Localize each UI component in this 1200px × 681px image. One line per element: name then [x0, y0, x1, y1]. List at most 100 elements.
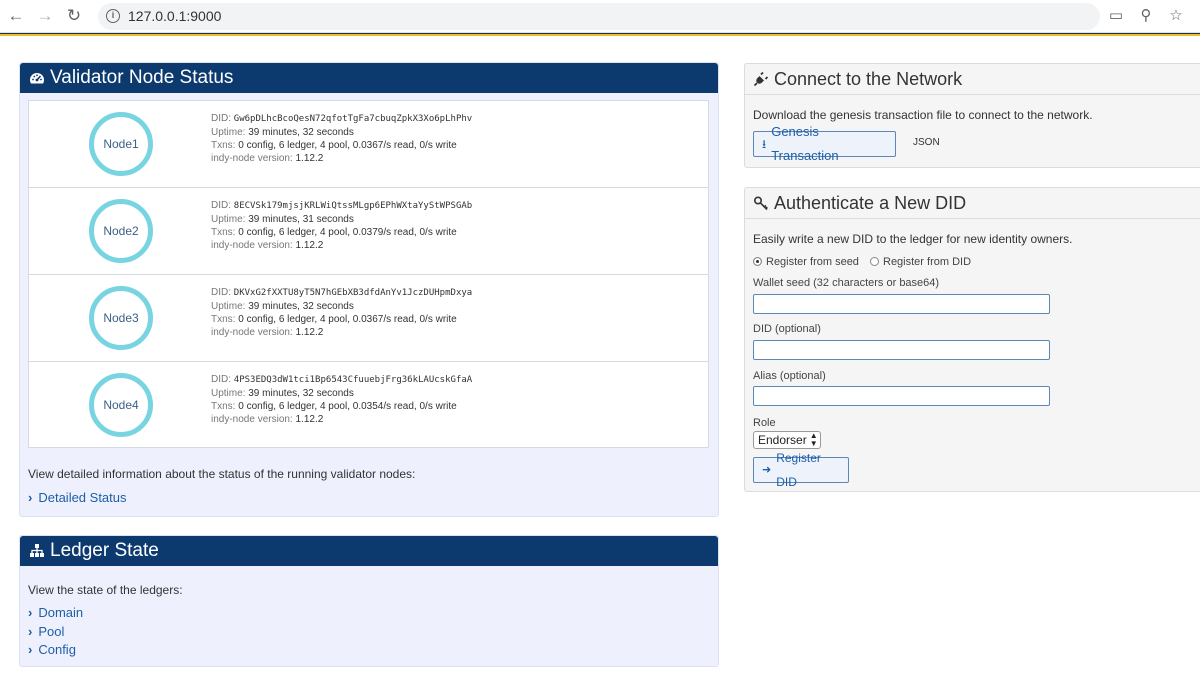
wallet-seed-label: Wallet seed (32 characters or base64) — [753, 277, 940, 289]
node-did: Gw6pDLhcBcoQesN72qfotTgFa7cbuqZpkX3Xo6pL… — [233, 114, 473, 124]
sitemap-icon — [30, 544, 44, 557]
ledger-link-label[interactable]: Pool — [38, 624, 64, 639]
radio-checked-icon[interactable] — [753, 257, 762, 266]
sign-in-icon: ➜ — [762, 464, 772, 476]
register-from-did-label[interactable]: Register from DID — [883, 256, 971, 268]
validator-status-title: Validator Node Status — [50, 67, 234, 88]
ledger-state-title: Ledger State — [50, 540, 159, 561]
address-bar[interactable]: i 127.0.0.1:9000 — [98, 3, 1100, 30]
authenticate-did-panel: Authenticate a New DID Easily write a ne… — [744, 187, 1200, 492]
wallet-seed-input[interactable] — [753, 294, 1050, 314]
node-version: 1.12.2 — [295, 240, 324, 251]
txns-label: Txns: — [211, 401, 236, 412]
node-name: Node3 — [103, 311, 139, 325]
ledger-intro-text: View the state of the ledgers: — [28, 583, 183, 597]
json-link[interactable]: JSON — [913, 137, 940, 148]
uptime-label: Uptime: — [211, 388, 246, 399]
alias-input[interactable] — [753, 386, 1050, 406]
back-arrow-icon[interactable]: ← — [6, 6, 26, 26]
uptime-label: Uptime: — [211, 127, 246, 138]
ledger-state-panel: Ledger State View the state of the ledge… — [19, 535, 719, 667]
download-icon: ⭳ — [762, 137, 767, 151]
txns-label: Txns: — [211, 140, 236, 151]
node-info: DID: 4PS3EDQ3dW1tci1Bp6543CfuuebjFrg36kL… — [211, 373, 472, 426]
authenticate-did-text: Easily write a new DID to the ledger for… — [753, 232, 1073, 246]
genesis-transaction-label[interactable]: Genesis Transaction — [771, 120, 887, 168]
chevron-right-icon: › — [28, 605, 33, 620]
validator-status-header: Validator Node Status — [20, 63, 718, 93]
site-info-icon[interactable]: i — [106, 9, 120, 23]
bookmark-star-icon[interactable]: ☆ — [1166, 6, 1186, 26]
node-txns: 0 config, 6 ledger, 4 pool, 0.0367/s rea… — [238, 314, 457, 325]
node-status-ring: Node3 — [89, 286, 153, 350]
node-row: Node1 DID: Gw6pDLhcBcoQesN72qfotTgFa7cbu… — [29, 101, 708, 188]
node-txns: 0 config, 6 ledger, 4 pool, 0.0354/s rea… — [238, 401, 457, 412]
dashboard-icon — [30, 73, 44, 84]
authenticate-did-title: Authenticate a New DID — [774, 192, 967, 213]
node-name: Node1 — [103, 137, 139, 151]
node-uptime: 39 minutes, 32 seconds — [248, 388, 354, 399]
register-mode-radios: Register from seed Register from DID — [753, 256, 971, 268]
node-status-ring: Node1 — [89, 112, 153, 176]
register-from-seed-label[interactable]: Register from seed — [766, 256, 859, 268]
detailed-status-link[interactable]: › Detailed Status — [28, 490, 127, 505]
alias-optional-label: Alias (optional) — [753, 370, 826, 382]
did-input[interactable] — [753, 340, 1050, 360]
node-uptime: 39 minutes, 32 seconds — [248, 301, 354, 312]
authenticate-did-header: Authenticate a New DID — [745, 188, 1200, 219]
header-accent-bar — [0, 33, 1200, 36]
connect-network-title: Connect to the Network — [774, 68, 963, 89]
chevron-right-icon: › — [28, 642, 33, 657]
version-label: indy-node version: — [211, 153, 293, 164]
did-optional-label: DID (optional) — [753, 323, 821, 335]
did-label: DID: — [211, 113, 231, 124]
ledger-link-label[interactable]: Config — [38, 642, 76, 657]
node-did: 8ECVSk179mjsjKRLWiQtssMLgp6EPhWXtaYyStWP… — [233, 201, 473, 211]
validator-status-panel: Validator Node Status Node1 DID: Gw6pDLh… — [19, 62, 719, 517]
txns-label: Txns: — [211, 227, 236, 238]
version-label: indy-node version: — [211, 414, 293, 425]
register-from-did-radio[interactable]: Register from DID — [870, 256, 971, 268]
node-version: 1.12.2 — [295, 153, 324, 164]
node-txns: 0 config, 6 ledger, 4 pool, 0.0379/s rea… — [238, 227, 457, 238]
version-label: indy-node version: — [211, 240, 293, 251]
ledger-link-config[interactable]: › Config — [28, 642, 76, 657]
cast-icon[interactable]: ▭ — [1106, 6, 1126, 26]
node-name: Node2 — [103, 224, 139, 238]
connect-network-header: Connect to the Network — [745, 64, 1200, 95]
register-from-seed-radio[interactable]: Register from seed — [753, 256, 859, 268]
txns-label: Txns: — [211, 314, 236, 325]
role-label: Role — [753, 417, 776, 429]
address-url[interactable]: 127.0.0.1:9000 — [128, 8, 221, 24]
ledger-state-header: Ledger State — [20, 536, 718, 566]
ledger-link-label[interactable]: Domain — [38, 605, 83, 620]
node-name: Node4 — [103, 398, 139, 412]
node-list: Node1 DID: Gw6pDLhcBcoQesN72qfotTgFa7cbu… — [28, 100, 709, 448]
did-label: DID: — [211, 287, 231, 298]
ledger-link-pool[interactable]: › Pool — [28, 624, 64, 639]
register-did-label[interactable]: Register DID — [776, 446, 840, 494]
node-info: DID: 8ECVSk179mjsjKRLWiQtssMLgp6EPhWXtaY… — [211, 199, 472, 252]
node-info: DID: DKVxG2fXXTU8yT5N7hGEbXB3dfdAnYv1Jcz… — [211, 286, 472, 339]
did-label: DID: — [211, 374, 231, 385]
node-status-ring: Node2 — [89, 199, 153, 263]
ledger-link-domain[interactable]: › Domain — [28, 605, 83, 620]
reload-icon[interactable]: ↻ — [64, 6, 84, 26]
node-version: 1.12.2 — [295, 414, 324, 425]
register-did-button[interactable]: ➜ Register DID — [753, 451, 849, 489]
chevron-right-icon: › — [28, 490, 33, 505]
node-row: Node2 DID: 8ECVSk179mjsjKRLWiQtssMLgp6EP… — [29, 188, 708, 275]
detailed-status-label[interactable]: Detailed Status — [38, 490, 126, 505]
browser-toolbar: ← → ↻ i 127.0.0.1:9000 ▭ ⚲ ☆ — [0, 0, 1200, 33]
node-status-ring: Node4 — [89, 373, 153, 437]
forward-arrow-icon[interactable]: → — [35, 6, 55, 26]
zoom-icon[interactable]: ⚲ — [1136, 6, 1156, 26]
node-info: DID: Gw6pDLhcBcoQesN72qfotTgFa7cbuqZpkX3… — [211, 112, 472, 165]
node-did: 4PS3EDQ3dW1tci1Bp6543CfuuebjFrg36kLAUcsk… — [233, 375, 473, 385]
did-label: DID: — [211, 200, 231, 211]
radio-unchecked-icon[interactable] — [870, 257, 879, 266]
connect-network-panel: Connect to the Network Download the gene… — [744, 63, 1200, 168]
node-uptime: 39 minutes, 31 seconds — [248, 214, 354, 225]
node-uptime: 39 minutes, 32 seconds — [248, 127, 354, 138]
genesis-transaction-button[interactable]: ⭳ Genesis Transaction — [753, 124, 896, 163]
